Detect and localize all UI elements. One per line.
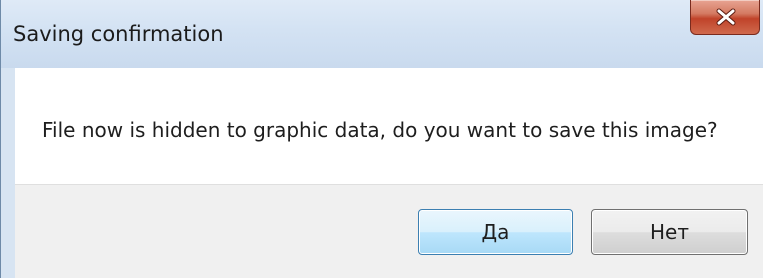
- button-bar: Да Нет: [15, 184, 763, 278]
- close-icon: [716, 8, 736, 26]
- close-button[interactable]: [690, 0, 760, 35]
- dialog-title: Saving confirmation: [13, 22, 224, 46]
- saving-confirmation-dialog: Saving confirmation File now is hidden t…: [0, 0, 763, 278]
- message-area: File now is hidden to graphic data, do y…: [15, 68, 763, 184]
- no-button[interactable]: Нет: [591, 209, 748, 255]
- dialog-message: File now is hidden to graphic data, do y…: [42, 118, 718, 142]
- title-bar[interactable]: Saving confirmation: [1, 0, 763, 68]
- yes-button[interactable]: Да: [418, 209, 573, 255]
